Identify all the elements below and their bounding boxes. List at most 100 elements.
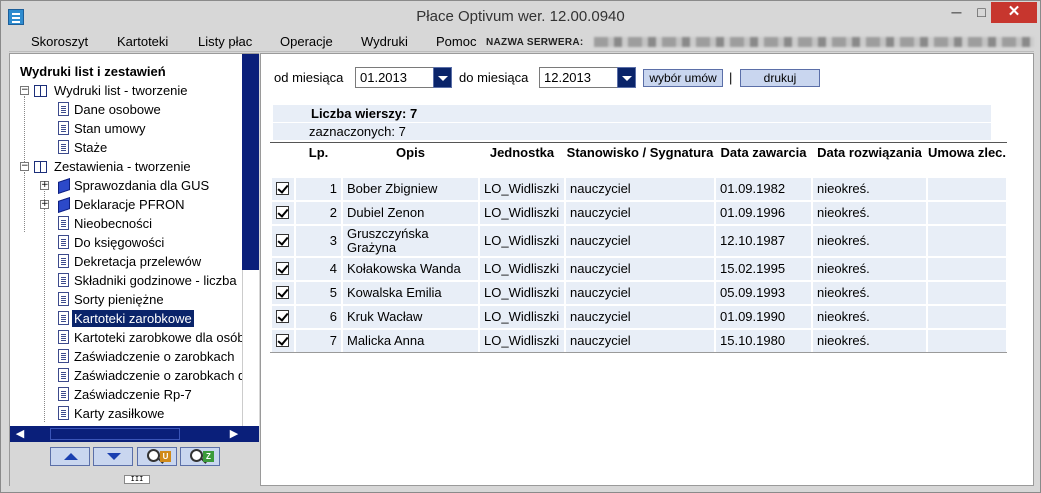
tree-node-label: Nieobecności — [74, 216, 153, 231]
expand-icon[interactable]: + — [40, 181, 49, 190]
menu-listy-plac[interactable]: Listy płac — [198, 34, 252, 49]
document-icon — [58, 292, 69, 306]
tree-node-label: Stan umowy — [74, 121, 146, 136]
table-row[interactable]: 3 Gruszczyńska Grażyna LO_Widliszki nauc… — [270, 223, 1008, 258]
tree-node-rp7[interactable]: Zaświadczenie Rp-7 — [40, 386, 240, 405]
resize-grip-icon[interactable]: III — [124, 475, 150, 484]
column-header-check — [270, 144, 296, 177]
select-contracts-button[interactable]: wybór umów — [643, 69, 723, 87]
expand-icon[interactable]: + — [40, 200, 49, 209]
tree-scroll-thumb[interactable] — [242, 270, 259, 426]
tree-node-staze[interactable]: Staże — [40, 139, 240, 158]
tree-node-dekretacja[interactable]: Dekretacja przelewów — [40, 253, 240, 272]
tree-node-label-selected: Kartoteki zarobkowe — [72, 310, 194, 327]
tree-node-zaswiadczenie-zarobki[interactable]: Zaświadczenie o zarobkach — [40, 348, 242, 367]
menu-pomoc[interactable]: Pomoc — [436, 34, 476, 49]
cell-lp: 6 — [294, 303, 343, 330]
table-row[interactable]: 7 Malicka Anna LO_Widliszki nauczyciel 1… — [270, 327, 1008, 354]
tree-node-do-ksiegowosci[interactable]: Do księgowości — [40, 234, 240, 253]
collapse-icon[interactable]: − — [20, 162, 29, 171]
column-header-umowa-zlec[interactable]: Umowa zlec. — [926, 144, 1008, 177]
move-down-button[interactable] — [93, 447, 133, 466]
tree-node-kartoteki-dla-osob[interactable]: Kartoteki zarobkowe dla osób — [40, 329, 242, 348]
tree-connector — [24, 172, 25, 232]
document-icon — [58, 387, 69, 401]
tree-node-dane-osobowe[interactable]: Dane osobowe — [40, 101, 240, 120]
search-z-button[interactable]: Z — [180, 447, 220, 466]
column-header-data-zawarcia[interactable]: Data zawarcia — [714, 144, 813, 177]
folder-blue-icon — [58, 197, 70, 213]
tree-nav-toolbar: U Z III — [10, 442, 259, 486]
chevron-down-icon[interactable] — [617, 67, 636, 88]
table-row[interactable]: 5 Kowalska Emilia LO_Widliszki nauczycie… — [270, 279, 1008, 306]
row-checkbox[interactable] — [276, 206, 289, 219]
tree-node-sorty[interactable]: Sorty pieniężne — [40, 291, 240, 310]
document-icon — [58, 349, 69, 363]
chevron-down-icon[interactable] — [433, 67, 452, 88]
cell-umowa — [926, 327, 1008, 354]
close-button[interactable]: ✕ — [991, 2, 1037, 23]
column-header-jednostka[interactable]: Jednostka — [478, 144, 566, 177]
print-button[interactable]: drukuj — [740, 69, 820, 87]
column-header-lp[interactable]: Lp. — [294, 144, 343, 177]
table-row[interactable]: 4 Kołakowska Wanda LO_Widliszki nauczyci… — [270, 255, 1008, 282]
menu-skoroszyt[interactable]: Skoroszyt — [31, 34, 88, 49]
tree-node-zaswiadczenie-zarobki-d[interactable]: Zaświadczenie o zarobkach d — [40, 367, 242, 386]
tree-node-karty-zasilkowe[interactable]: Karty zasiłkowe — [40, 405, 240, 424]
scroll-right-icon[interactable]: ▶ — [226, 427, 242, 441]
to-month-label: do miesiąca — [459, 70, 529, 85]
menu-operacje[interactable]: Operacje — [280, 34, 333, 49]
cell-umowa — [926, 175, 1008, 202]
column-header-stanowisko[interactable]: Stanowisko / Sygnatura — [564, 144, 716, 177]
tree-node-deklaracje-pfron[interactable]: + Deklaracje PFRON — [40, 196, 240, 215]
tree-node-skladniki-godzinowe[interactable]: Składniki godzinowe - liczba — [40, 272, 242, 291]
table-row[interactable]: 1 Bober Zbigniew LO_Widliszki nauczyciel… — [270, 175, 1008, 202]
row-checkbox[interactable] — [276, 234, 289, 247]
cell-jednostka: LO_Widliszki — [478, 223, 566, 258]
tree-node-wydruki-list[interactable]: − Wydruki list - tworzenie — [20, 82, 240, 101]
row-checkbox[interactable] — [276, 310, 289, 323]
cell-data-rozwiazania: nieokreś. — [811, 199, 928, 226]
document-icon — [58, 235, 69, 249]
to-month-select[interactable]: 12.2013 — [539, 67, 636, 88]
row-checkbox[interactable] — [276, 262, 289, 275]
menu-kartoteki[interactable]: Kartoteki — [117, 34, 168, 49]
column-header-data-rozwiazania[interactable]: Data rozwiązania — [811, 144, 928, 177]
cell-jednostka: LO_Widliszki — [478, 327, 566, 354]
tree-node-zestawienia[interactable]: − Zestawienia - tworzenie — [20, 158, 240, 177]
menu-bar: Skoroszyt Kartoteki Listy płac Operacje … — [9, 32, 1034, 52]
tree-node-sprawozdania-gus[interactable]: + Sprawozdania dla GUS — [40, 177, 240, 196]
menu-wydruki[interactable]: Wydruki — [361, 34, 408, 49]
search-u-button[interactable]: U — [137, 447, 177, 466]
from-month-select[interactable]: 01.2013 — [355, 67, 452, 88]
table-row[interactable]: 6 Kruk Wacław LO_Widliszki nauczyciel 01… — [270, 303, 1008, 330]
tree-node-label: Zestawienia - tworzenie — [54, 159, 191, 174]
column-header-opis[interactable]: Opis — [341, 144, 480, 177]
tree-node-stan-umowy[interactable]: Stan umowy — [40, 120, 240, 139]
tree-node-label: Dane osobowe — [74, 102, 161, 117]
tree-horizontal-scrollbar[interactable]: ◀ ▶ — [10, 426, 259, 442]
row-checkbox[interactable] — [276, 286, 289, 299]
tree-node-kartoteki-zarobkowe[interactable]: Kartoteki zarobkowe — [40, 310, 240, 329]
cell-data-rozwiazania: nieokreś. — [811, 175, 928, 202]
cell-jednostka: LO_Widliszki — [478, 303, 566, 330]
document-icon — [58, 102, 69, 116]
tree-vertical-scrollbar[interactable] — [242, 54, 259, 426]
move-up-button[interactable] — [50, 447, 90, 466]
scroll-left-icon[interactable]: ◀ — [12, 427, 28, 441]
row-count-box: Liczba wierszy: 7 — [273, 105, 991, 122]
folder-blue-icon — [58, 178, 70, 194]
tree-node-nieobecnosci[interactable]: Nieobecności — [40, 215, 240, 234]
collapse-icon[interactable]: − — [20, 86, 29, 95]
table-row[interactable]: 2 Dubiel Zenon LO_Widliszki nauczyciel 0… — [270, 199, 1008, 226]
row-checkbox[interactable] — [276, 182, 289, 195]
cell-lp: 2 — [294, 199, 343, 226]
document-icon — [58, 140, 69, 154]
row-count-text: Liczba wierszy: 7 — [311, 106, 418, 121]
cell-lp: 5 — [294, 279, 343, 306]
horizontal-scroll-thumb[interactable] — [50, 428, 180, 440]
tree-node-label: Kartoteki zarobkowe dla osób — [74, 330, 242, 345]
cell-opis: Malicka Anna — [341, 327, 480, 354]
document-icon — [58, 330, 69, 344]
row-checkbox[interactable] — [276, 334, 289, 347]
